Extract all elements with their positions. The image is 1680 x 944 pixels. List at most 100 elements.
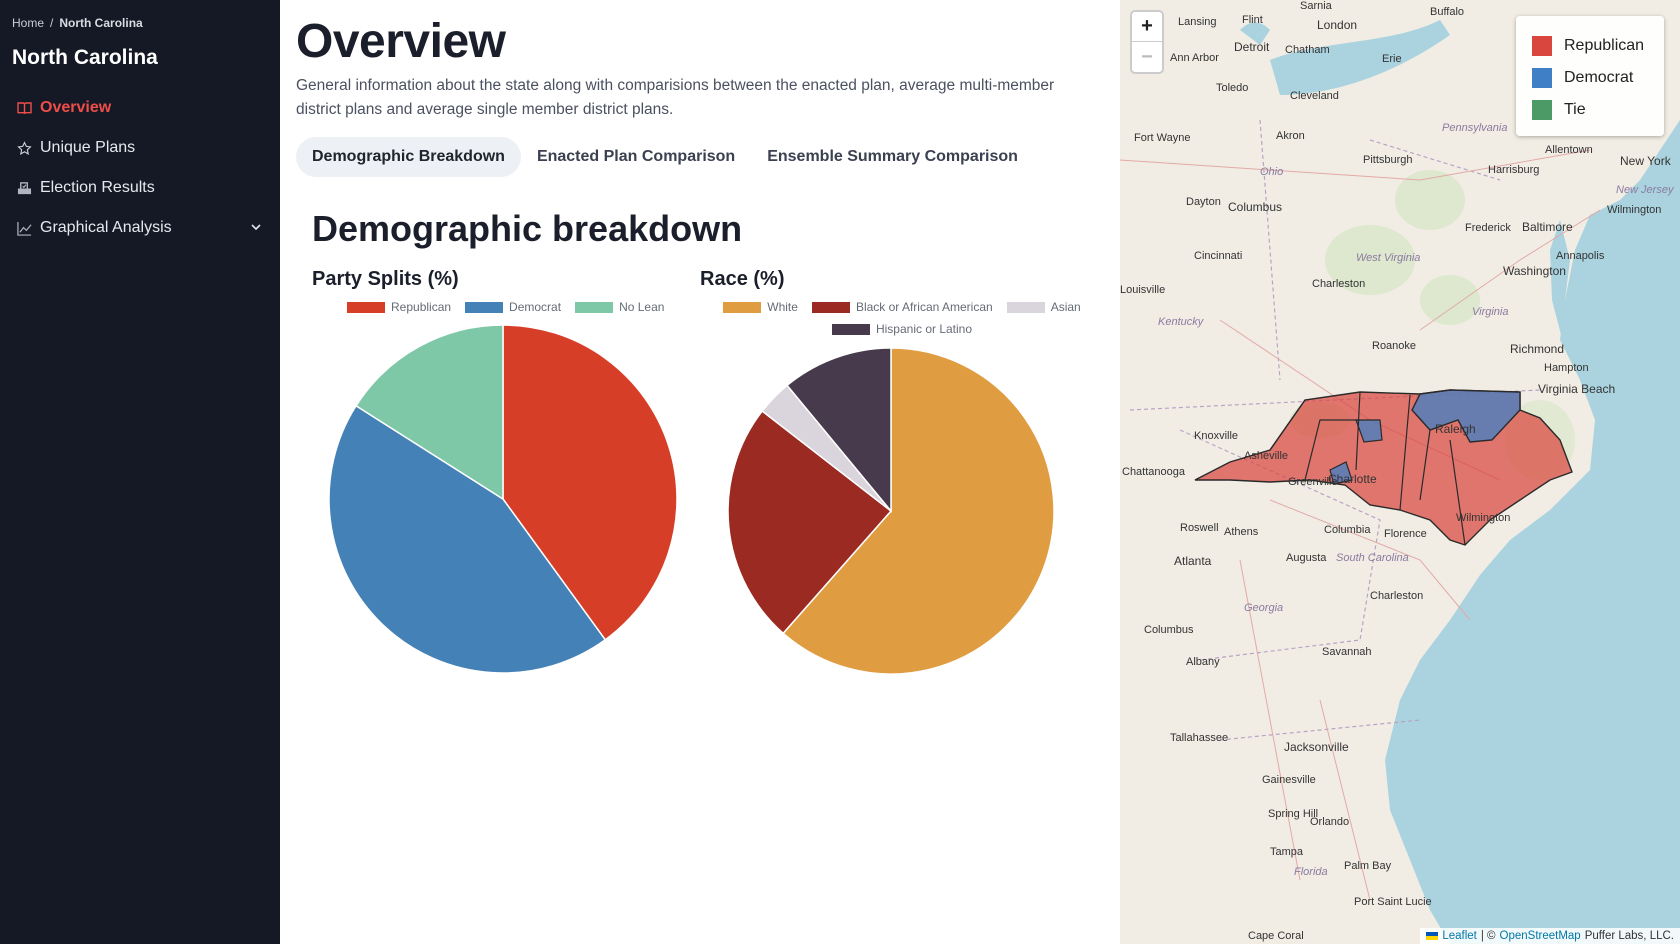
map-label: Knoxville <box>1194 430 1239 442</box>
sidebar-item-election-results[interactable]: Election Results <box>0 168 280 208</box>
map-label: Tallahassee <box>1170 732 1229 744</box>
sidebar-item-label: Election Results <box>40 179 155 196</box>
map-label: New York <box>1620 154 1671 168</box>
breadcrumb: Home / North Carolina <box>12 16 143 30</box>
map-label: Dayton <box>1186 196 1221 208</box>
map-label: Atlanta <box>1174 554 1212 568</box>
map-label: Athens <box>1224 526 1259 538</box>
map-label: South Carolina <box>1336 552 1409 564</box>
map-label: Columbia <box>1324 524 1371 536</box>
map-label: Charleston <box>1312 278 1366 290</box>
map-legend-item: Democrat <box>1532 62 1664 94</box>
breadcrumb-separator: / <box>50 16 54 30</box>
map-label: Ann Arbor <box>1170 52 1219 64</box>
chevron-down-icon[interactable] <box>250 220 262 238</box>
legend-item-asian[interactable]: Asian <box>1006 300 1081 314</box>
map-label: Cape Coral <box>1248 930 1304 942</box>
state-title: North Carolina <box>12 46 158 69</box>
map-label: Akron <box>1276 130 1305 142</box>
legend-swatch <box>1006 301 1045 313</box>
map-legend-label: Tie <box>1564 101 1586 118</box>
map-label: Baltimore <box>1522 220 1573 234</box>
map-label: Fort Wayne <box>1134 132 1191 144</box>
map-label: Tampa <box>1270 846 1304 858</box>
race-pie-chart <box>727 347 1055 675</box>
map-label: Asheville <box>1244 450 1289 462</box>
legend-swatch <box>723 301 762 313</box>
race-chart-legend: White Black or African American Asian Hispa… <box>712 300 1092 336</box>
map-label: Cincinnati <box>1194 250 1243 262</box>
ukraine-flag-icon <box>1426 932 1439 940</box>
map-legend-label: Republican <box>1564 37 1645 54</box>
legend-label: No Lean <box>619 300 665 314</box>
map-label: Hampton <box>1544 362 1589 374</box>
map-label: Jacksonville <box>1284 740 1349 754</box>
legend-item-democrat[interactable]: Democrat <box>465 300 561 314</box>
main-content: Overview General information about the s… <box>280 0 1120 944</box>
map-label: Port Saint Lucie <box>1354 896 1432 908</box>
legend-swatch-democrat <box>1532 68 1552 88</box>
legend-swatch <box>347 301 385 313</box>
legend-label: Democrat <box>509 300 562 314</box>
leaflet-link[interactable]: Leaflet <box>1442 930 1477 942</box>
map-label: Harrisburg <box>1488 164 1540 176</box>
map-label: Virginia Beach <box>1538 382 1616 396</box>
tab-demographic-breakdown[interactable]: Demographic Breakdown <box>296 137 521 177</box>
map-label: Buffalo <box>1430 6 1465 18</box>
legend-item-republican[interactable]: Republican <box>347 300 451 314</box>
legend-label: Black or African American <box>855 300 993 314</box>
map-tiles[interactable] <box>1120 0 1680 944</box>
sidebar-nav: Overview Unique Plans Election Results G… <box>0 88 280 248</box>
map-label: Florence <box>1384 528 1427 540</box>
zoom-in-button[interactable]: + <box>1132 12 1162 42</box>
legend-swatch <box>831 323 870 335</box>
map-label: Annapolis <box>1556 250 1605 262</box>
map-label: Palm Bay <box>1344 860 1392 872</box>
zoom-control: + − <box>1130 10 1164 74</box>
zoom-out-button[interactable]: − <box>1132 42 1162 72</box>
map-label: London <box>1317 18 1358 32</box>
race-chart-title: Race (%) <box>700 268 785 290</box>
map-legend-label: Democrat <box>1564 69 1634 86</box>
legend-swatch-republican <box>1532 36 1552 56</box>
sidebar-item-label: Overview <box>40 99 112 116</box>
breadcrumb-home[interactable]: Home <box>12 16 44 30</box>
map-label: Roanoke <box>1372 340 1417 352</box>
map-label: Pittsburgh <box>1363 154 1413 166</box>
sidebar-item-graphical-analysis[interactable]: Graphical Analysis <box>0 208 280 248</box>
tab-enacted-plan-comparison[interactable]: Enacted Plan Comparison <box>521 137 751 177</box>
section-title: Demographic breakdown <box>312 208 743 249</box>
ballot-icon <box>16 180 32 196</box>
tab-ensemble-summary-comparison[interactable]: Ensemble Summary Comparison <box>751 137 1034 177</box>
party-pie-chart <box>328 324 678 674</box>
map-label: New Jersey <box>1616 184 1674 196</box>
legend-item-white[interactable]: White <box>723 300 798 314</box>
party-chart-legend: Republican Democrat No Lean <box>347 300 664 314</box>
map-label: Spring Hill <box>1268 808 1319 820</box>
openstreetmap-link[interactable]: OpenStreetMap <box>1500 930 1581 942</box>
legend-item-hispanic-or-latino[interactable]: Hispanic or Latino <box>831 322 972 336</box>
map-label: Wilmington <box>1456 512 1511 524</box>
map-label: Frederick <box>1465 222 1511 234</box>
sidebar-item-overview[interactable]: Overview <box>0 88 280 128</box>
legend-item-no-lean[interactable]: No Lean <box>575 300 664 314</box>
map-label: Virginia <box>1472 306 1509 318</box>
map-label: Lansing <box>1178 16 1217 28</box>
map-label: Washington <box>1503 264 1566 278</box>
book-icon <box>16 100 32 116</box>
map-label: Richmond <box>1510 342 1565 356</box>
map-label: Louisville <box>1120 284 1166 296</box>
map-label: Chatham <box>1285 44 1330 56</box>
map-label: Detroit <box>1234 40 1270 54</box>
map-label: Cleveland <box>1290 90 1339 102</box>
map-label: Raleigh <box>1435 422 1476 436</box>
legend-item-black-or-african-american[interactable]: Black or African American <box>811 300 993 314</box>
tab-bar: Demographic Breakdown Enacted Plan Compa… <box>296 137 1034 177</box>
page-description: General information about the state alon… <box>296 77 1055 118</box>
map-panel[interactable]: Lansing Flint Detroit London Sarnia Buff… <box>1120 0 1680 944</box>
star-icon <box>16 140 32 156</box>
sidebar-item-unique-plans[interactable]: Unique Plans <box>0 128 280 168</box>
attribution-owner: Puffer Labs, LLC. <box>1584 930 1674 942</box>
map-label: Charleston <box>1370 590 1424 602</box>
sidebar-item-label: Graphical Analysis <box>40 219 172 236</box>
